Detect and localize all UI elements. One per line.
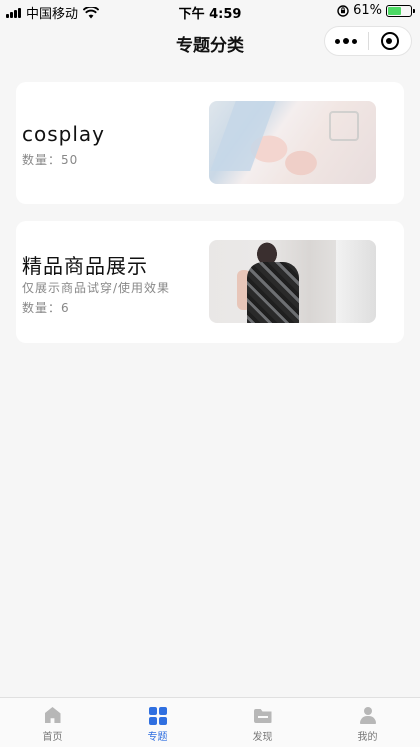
tab-label: 首页 bbox=[42, 732, 63, 743]
tab-label: 专题 bbox=[147, 732, 168, 743]
status-right: 61% bbox=[337, 3, 415, 18]
battery-percent: 61% bbox=[353, 3, 382, 18]
rotation-lock-icon bbox=[337, 4, 349, 17]
close-miniprogram-button[interactable] bbox=[368, 27, 411, 55]
category-thumbnail bbox=[209, 101, 376, 184]
close-target-icon bbox=[380, 32, 399, 50]
tab-label: 我的 bbox=[357, 732, 378, 743]
nav-bar: 专题分类 bbox=[0, 22, 420, 62]
folder-icon bbox=[253, 706, 273, 726]
category-count: 数量：50 bbox=[22, 153, 79, 167]
tab-mine[interactable]: 我的 bbox=[315, 698, 420, 747]
tab-bar: 首页 专题 发现 我的 bbox=[0, 697, 420, 747]
category-thumbnail bbox=[209, 240, 376, 323]
miniprogram-capsule bbox=[324, 26, 412, 56]
tab-topics[interactable]: 专题 bbox=[105, 698, 210, 747]
grid-icon bbox=[148, 706, 168, 726]
user-icon bbox=[358, 706, 378, 726]
tab-home[interactable]: 首页 bbox=[0, 698, 105, 747]
more-button[interactable] bbox=[325, 27, 368, 55]
home-icon bbox=[43, 706, 63, 726]
tab-label: 发现 bbox=[252, 732, 273, 743]
category-title: 精品商品展示 bbox=[22, 254, 148, 278]
tab-discover[interactable]: 发现 bbox=[210, 698, 315, 747]
category-count: 数量：6 bbox=[22, 301, 70, 315]
battery-icon bbox=[386, 4, 415, 17]
category-card-cosplay[interactable]: cosplay 数量：50 bbox=[16, 82, 404, 204]
status-bar: 中国移动 下午 4:59 61% bbox=[0, 0, 420, 22]
more-icon bbox=[335, 38, 358, 44]
category-description: 仅展示商品试穿/使用效果 bbox=[22, 281, 171, 295]
category-card-products[interactable]: 精品商品展示 仅展示商品试穿/使用效果 数量：6 bbox=[16, 221, 404, 343]
category-title: cosplay bbox=[22, 122, 105, 146]
